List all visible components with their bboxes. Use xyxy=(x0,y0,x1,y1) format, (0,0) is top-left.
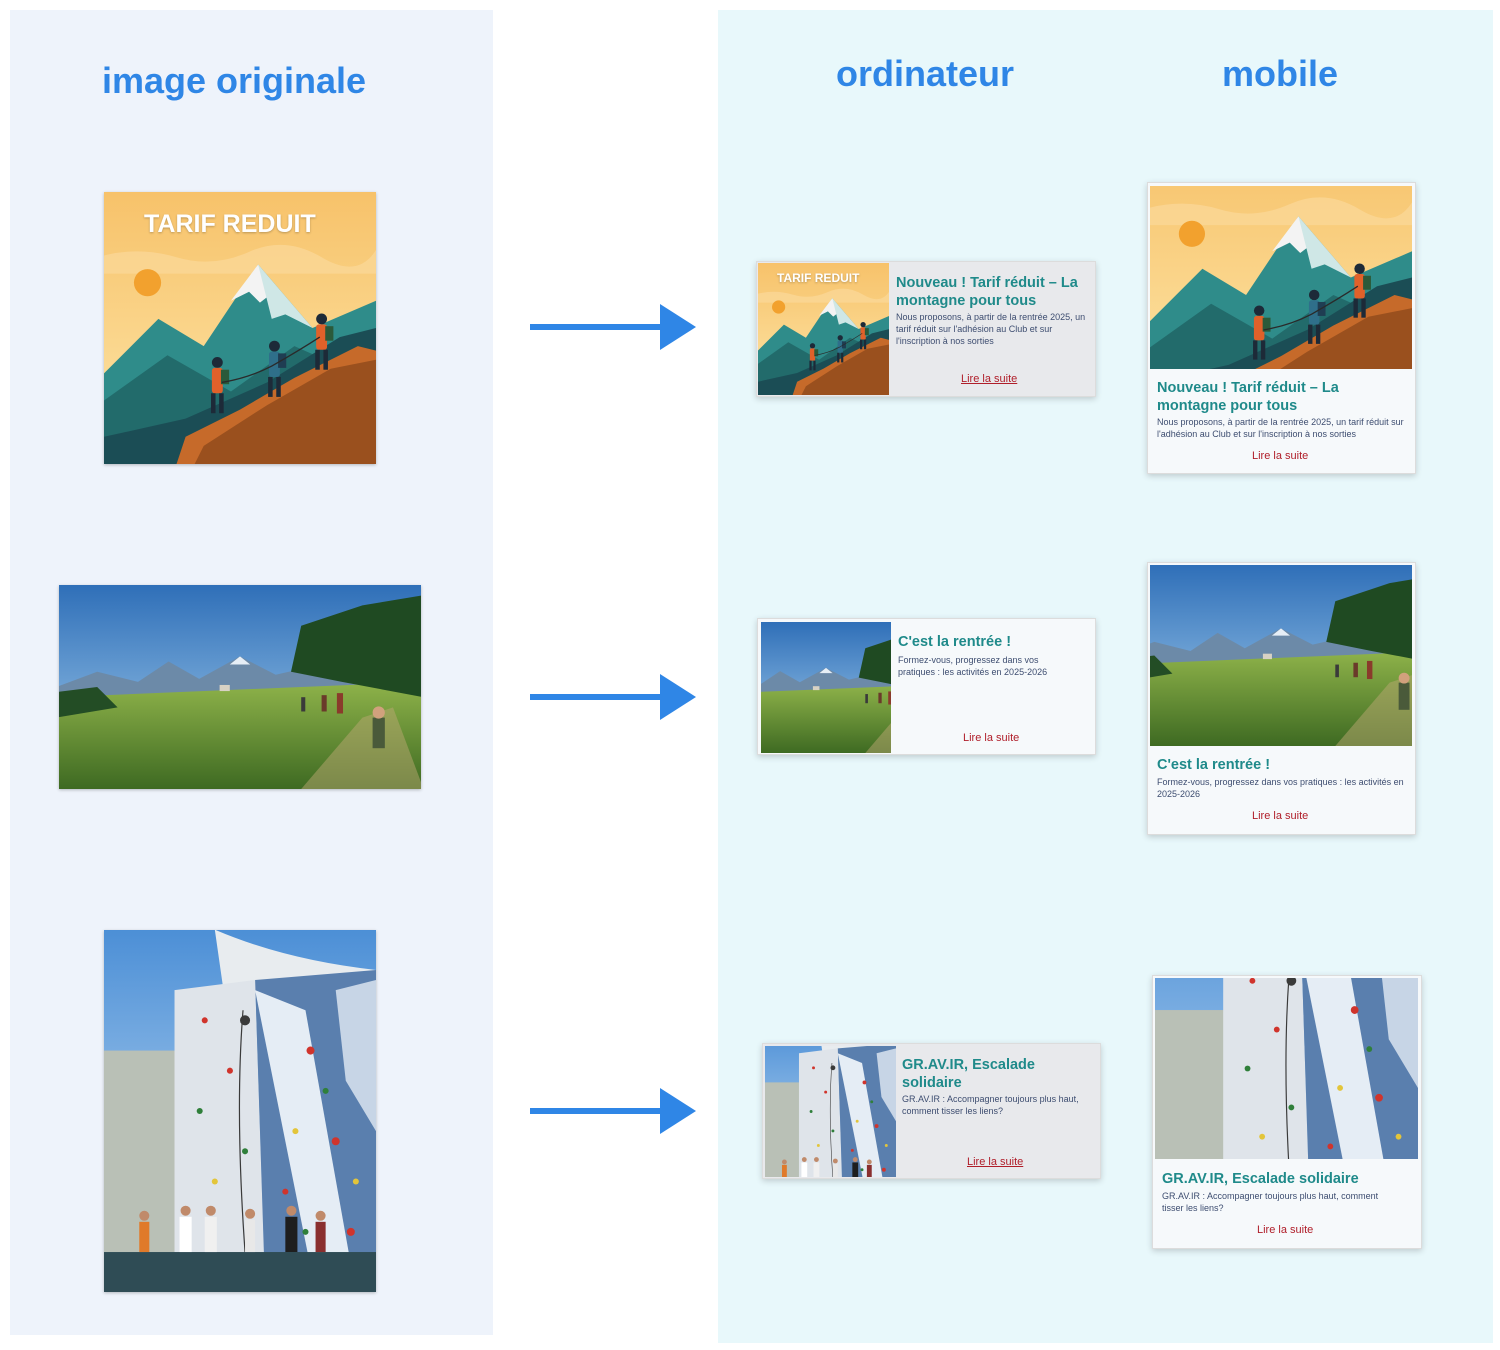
original-image-climbing xyxy=(104,930,376,1292)
arrow-right-icon xyxy=(528,1086,698,1136)
card-title: C'est la rentrée ! xyxy=(898,634,1012,650)
original-image-meadow xyxy=(59,585,421,789)
card-title: C'est la rentrée ! xyxy=(1157,757,1271,773)
original-image-hikers: TARIF REDUIT xyxy=(104,192,376,464)
mountain-hikers-illustration xyxy=(1150,186,1412,369)
card-description: Formez-vous, progressez dans vos pratiqu… xyxy=(898,655,1048,678)
card-description: Nous proposons, à partir de la rentrée 2… xyxy=(896,312,1086,347)
image-caption: TARIF REDUIT xyxy=(777,271,860,285)
read-more-link[interactable]: Lire la suite xyxy=(963,732,1019,744)
desktop-card-tarif[interactable]: TARIF REDUIT Nouveau ! Tarif réduit – La… xyxy=(756,261,1096,397)
desktop-card-rentree[interactable]: C'est la rentrée ! Formez-vous, progress… xyxy=(757,618,1096,755)
arrow-right-icon xyxy=(528,302,698,352)
card-description: GR.AV.IR : Accompagner toujours plus hau… xyxy=(1162,1191,1379,1214)
card-description: Formez-vous, progressez dans vos pratiqu… xyxy=(1157,777,1404,800)
read-more-link[interactable]: Lire la suite xyxy=(1252,450,1308,462)
read-more-link[interactable]: Lire la suite xyxy=(1257,1224,1313,1236)
mountain-meadow-photo xyxy=(59,585,421,789)
climbing-wall-photo xyxy=(104,930,376,1292)
card-title: GR.AV.IR, Escalade solidaire xyxy=(1162,1171,1359,1187)
card-thumbnail xyxy=(761,622,891,753)
card-title: GR.AV.IR, Escalade solidaire xyxy=(902,1057,1035,1092)
image-caption: TARIF REDUIT xyxy=(144,210,316,238)
mountain-meadow-photo xyxy=(761,622,891,753)
card-thumbnail: TARIF REDUIT xyxy=(758,263,889,395)
comparison-diagram: image originale ordinateur mobile TARIF … xyxy=(0,0,1500,1350)
card-description: GR.AV.IR : Accompagner toujours plus hau… xyxy=(902,1094,1079,1117)
desktop-card-gravir[interactable]: GR.AV.IR, Escalade solidaire GR.AV.IR : … xyxy=(762,1043,1101,1179)
card-description: Nous proposons, à partir de la rentrée 2… xyxy=(1157,417,1404,440)
card-title: Nouveau ! Tarif réduit – La montagne pou… xyxy=(896,275,1078,310)
card-title: Nouveau ! Tarif réduit – La montagne pou… xyxy=(1157,380,1339,415)
card-thumbnail xyxy=(765,1046,896,1177)
arrow-right-icon xyxy=(528,672,698,722)
mobile-card-rentree[interactable]: C'est la rentrée ! Formez-vous, progress… xyxy=(1147,562,1416,835)
card-thumbnail xyxy=(1155,978,1418,1159)
read-more-link[interactable]: Lire la suite xyxy=(1252,810,1308,822)
climbing-wall-photo xyxy=(1155,978,1418,1159)
read-more-link[interactable]: Lire la suite xyxy=(961,373,1017,385)
mobile-heading: mobile xyxy=(1222,53,1339,94)
original-heading: image originale xyxy=(102,60,367,101)
mobile-card-tarif[interactable]: Nouveau ! Tarif réduit – La montagne pou… xyxy=(1147,182,1416,474)
mountain-meadow-photo xyxy=(1150,565,1412,746)
read-more-link[interactable]: Lire la suite xyxy=(967,1156,1023,1168)
card-thumbnail xyxy=(1150,186,1412,369)
mobile-card-gravir[interactable]: GR.AV.IR, Escalade solidaire GR.AV.IR : … xyxy=(1152,975,1422,1249)
desktop-heading: ordinateur xyxy=(836,53,1015,94)
card-thumbnail xyxy=(1150,565,1412,746)
climbing-wall-photo xyxy=(765,1046,896,1177)
